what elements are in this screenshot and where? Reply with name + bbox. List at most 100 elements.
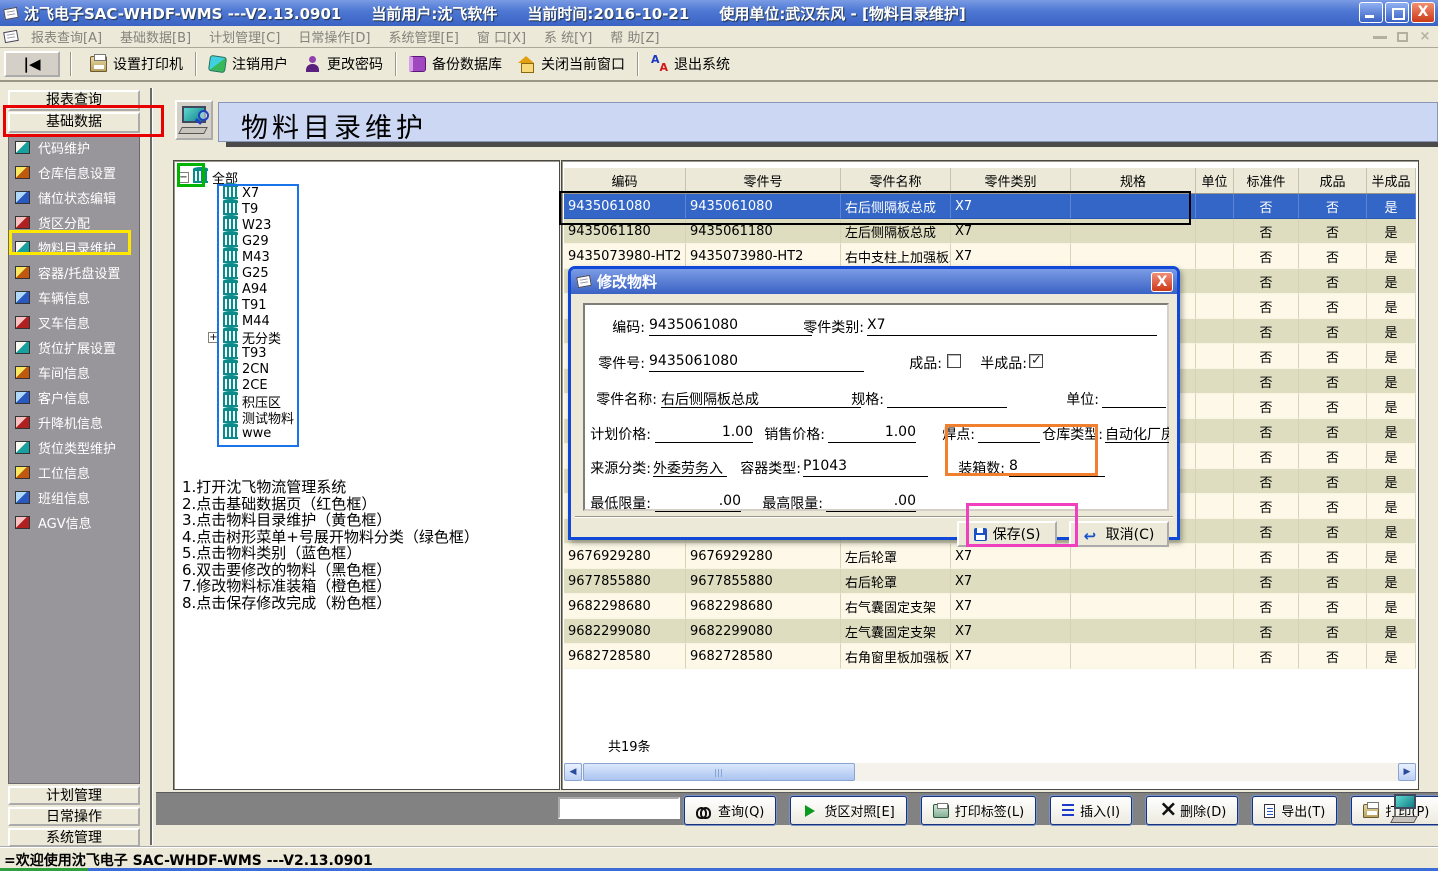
menu-item[interactable]: 帮 助[Z] <box>601 27 668 46</box>
bottom-button-area-compare[interactable]: 货区对照[E] <box>790 796 906 825</box>
sidebar-item[interactable]: 班组信息 <box>9 485 139 510</box>
category-field[interactable]: X7 <box>867 317 1157 336</box>
column-header[interactable]: 编码 <box>564 168 686 193</box>
name-field[interactable]: 右后侧隔板总成 <box>661 389 861 408</box>
tree-node[interactable]: wwe <box>178 425 294 441</box>
sidebar-tab-base-data[interactable]: 基础数据 <box>8 112 140 133</box>
mdi-restore-icon[interactable] <box>1397 32 1408 42</box>
column-header[interactable]: 零件类别 <box>951 168 1071 193</box>
sidebar-item[interactable]: AGV信息 <box>9 510 139 535</box>
scroll-right-icon[interactable]: ▶ <box>1398 763 1416 781</box>
column-header[interactable]: 标准件 <box>1234 168 1299 193</box>
menu-item[interactable]: 系 统[Y] <box>535 27 601 46</box>
sidebar-item[interactable]: 升降机信息 <box>9 410 139 435</box>
save-button[interactable]: 保存(S) <box>957 521 1057 547</box>
tree-node[interactable]: W23 <box>178 217 294 233</box>
sidebar-item[interactable]: 货位扩展设置 <box>9 335 139 360</box>
column-header[interactable]: 单位 <box>1196 168 1234 193</box>
sidebar-item[interactable]: 客户信息 <box>9 385 139 410</box>
sidebar-item[interactable]: 车间信息 <box>9 360 139 385</box>
mdi-close-icon[interactable]: × <box>1418 29 1432 44</box>
menu-item[interactable]: 窗 口[X] <box>468 27 535 46</box>
sidebar-tab-report-query[interactable]: 报表查询 <box>8 90 140 111</box>
code-field[interactable]: 9435061080 <box>649 317 812 336</box>
unit-field[interactable] <box>1102 389 1166 408</box>
tree-node[interactable]: G25 <box>178 265 294 281</box>
table-row[interactable]: 94350610809435061080右后侧隔板总成X7否否是 <box>564 194 1416 219</box>
sidebar-item[interactable]: 货区分配 <box>9 210 139 235</box>
weld-field[interactable] <box>978 424 1040 443</box>
restore-button[interactable] <box>1385 2 1409 23</box>
tree-node[interactable]: T93 <box>178 345 294 361</box>
search-input[interactable] <box>558 797 680 819</box>
bottom-button-insert[interactable]: 插入(I) <box>1050 796 1132 825</box>
column-header[interactable]: 零件名称 <box>841 168 951 193</box>
sidebar-item[interactable]: 车辆信息 <box>9 285 139 310</box>
sidebar-tab-system-manage[interactable]: 系统管理 <box>8 828 140 847</box>
sidebar-item[interactable]: 储位状态编辑 <box>9 185 139 210</box>
menu-item[interactable]: 系统管理[E] <box>380 27 468 46</box>
back-button[interactable]: |◀ <box>4 51 60 77</box>
minimize-button[interactable] <box>1359 2 1383 23</box>
scrollbar-thumb[interactable] <box>583 763 855 781</box>
menu-item[interactable]: 报表查询[A] <box>22 27 111 46</box>
sidebar-item[interactable]: 代码维护 <box>9 135 139 160</box>
part-no-field[interactable]: 9435061080 <box>649 353 864 372</box>
tree-node[interactable]: T91 <box>178 297 294 313</box>
mdi-minimize-icon[interactable] <box>1373 29 1387 39</box>
page-header-icon-button[interactable] <box>175 100 213 140</box>
box-qty-field[interactable]: 8 <box>1009 458 1105 477</box>
bottom-button-delete[interactable]: 删除(D) <box>1146 796 1238 825</box>
sidebar-item[interactable]: 工位信息 <box>9 460 139 485</box>
bottom-button-print-label[interactable]: 打印标签(L) <box>921 796 1036 825</box>
bottom-button-export[interactable]: 导出(T) <box>1252 796 1337 825</box>
sale-price-field[interactable]: 1.00 <box>828 424 916 443</box>
tree-node[interactable]: A94 <box>178 281 294 297</box>
scroll-left-icon[interactable]: ◀ <box>564 763 582 781</box>
table-row[interactable]: 96778558809677855880右后轮罩X7否否是 <box>564 569 1416 594</box>
tree-node[interactable]: +无分类 <box>178 329 294 345</box>
toolbar-button-change-password[interactable]: 更改密码 <box>296 50 391 78</box>
horizontal-scrollbar[interactable]: ◀ ▶ <box>564 763 1416 781</box>
min-limit-field[interactable]: .00 <box>655 493 741 512</box>
sidebar-item[interactable]: 物料目录维护 <box>9 235 139 260</box>
menu-item[interactable]: 日常操作[D] <box>289 27 379 46</box>
table-row[interactable]: 96827285809682728580右角窗里板加强板X7否否是 <box>564 644 1416 669</box>
table-row[interactable]: 94350611809435061180左后侧隔板总成X7否否是 <box>564 219 1416 244</box>
spec-field[interactable] <box>887 389 1007 408</box>
column-header[interactable]: 规格 <box>1071 168 1196 193</box>
sidebar-item[interactable]: 货位类型维护 <box>9 435 139 460</box>
sidebar-tab-daily-operate[interactable]: 日常操作 <box>8 807 140 826</box>
dialog-close-icon[interactable]: X <box>1151 272 1173 292</box>
toolbar-button-exit-system[interactable]: 退出系统 <box>643 50 738 78</box>
table-row[interactable]: 96769292809676929280左后轮罩X7否否是 <box>564 544 1416 569</box>
scrollbar-track[interactable] <box>855 763 1398 781</box>
cancel-button[interactable]: 取消(C) <box>1069 521 1169 547</box>
max-limit-field[interactable]: .00 <box>826 493 916 512</box>
tree-node[interactable]: 2CN <box>178 361 294 377</box>
semi-checkbox[interactable] <box>1029 354 1043 368</box>
dialog-titlebar[interactable]: 修改物料 X <box>571 269 1177 294</box>
toolbar-button-close-window[interactable]: 关闭当前窗口 <box>510 50 633 78</box>
container-type-field[interactable]: P1043 <box>803 458 928 477</box>
tree-expand-icon[interactable]: + <box>208 332 219 343</box>
column-header[interactable]: 零件号 <box>686 168 841 193</box>
source-field[interactable]: 外委劳务入 <box>653 458 727 477</box>
finished-checkbox[interactable] <box>947 354 961 368</box>
sidebar-item[interactable]: 叉车信息 <box>9 310 139 335</box>
column-header[interactable]: 半成品 <box>1367 168 1416 193</box>
plan-price-field[interactable]: 1.00 <box>655 424 753 443</box>
tree-node[interactable]: M43 <box>178 249 294 265</box>
tree-collapse-icon[interactable]: − <box>178 172 189 183</box>
menu-item[interactable]: 基础数据[B] <box>111 27 200 46</box>
column-header[interactable]: 成品 <box>1299 168 1367 193</box>
bottom-button-search[interactable]: 查询(Q) <box>684 796 776 825</box>
close-button[interactable] <box>1411 2 1435 23</box>
warehouse-type-field[interactable]: 自动化厂房 <box>1105 424 1169 443</box>
toolbar-button-logout-user[interactable]: 注销用户 <box>201 50 296 78</box>
sidebar-item[interactable]: 容器/托盘设置 <box>9 260 139 285</box>
tree-node[interactable]: X7 <box>178 185 294 201</box>
sidebar-tab-plan-manage[interactable]: 计划管理 <box>8 786 140 805</box>
table-row[interactable]: 96822990809682299080左气囊固定支架X7否否是 <box>564 619 1416 644</box>
tree-node[interactable]: T9 <box>178 201 294 217</box>
